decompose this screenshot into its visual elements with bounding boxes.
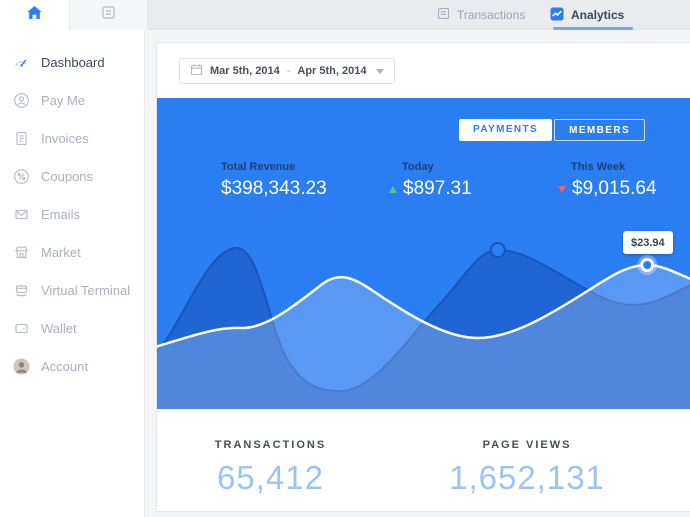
sidebar-item-label: Virtual Terminal [41, 283, 130, 298]
sidebar-item-label: Emails [41, 207, 80, 222]
sidebar-item-emails[interactable]: Emails [0, 195, 144, 233]
analytics-check-icon [550, 7, 564, 24]
chevron-down-icon [376, 69, 384, 74]
members-toggle-button[interactable]: MEMBERS [554, 119, 645, 141]
counter-label: TRANSACTIONS [157, 439, 384, 451]
stat-total-revenue: Total Revenue $398,343.23 [221, 161, 327, 200]
stat-label: This Week [558, 161, 657, 173]
sidebar-item-market[interactable]: Market [0, 233, 144, 271]
tab-transactions[interactable]: Transactions [437, 0, 525, 30]
tab-transactions-label: Transactions [457, 8, 525, 22]
trend-down-icon [558, 186, 566, 193]
sidebar-item-virtual-terminal[interactable]: Virtual Terminal [0, 271, 144, 309]
trend-up-icon [389, 186, 397, 193]
home-tab[interactable] [0, 0, 70, 30]
stat-value: $897.31 [403, 178, 472, 200]
stat-label: Total Revenue [221, 161, 327, 173]
gauge-icon [13, 54, 30, 71]
area-chart-canvas[interactable] [157, 98, 690, 409]
date-range-start: Mar 5th, 2014 [210, 65, 280, 77]
calendar-icon [190, 63, 203, 79]
sidebar-item-label: Wallet [41, 321, 77, 336]
counter-label: PAGE VIEWS [384, 439, 670, 451]
active-tab-underline [553, 27, 633, 30]
sidebar-item-label: Coupons [41, 169, 93, 184]
sidebar-item-label: Pay Me [41, 93, 85, 108]
stat-value: $9,015.64 [572, 178, 657, 200]
light-series-marker [642, 260, 653, 271]
page-views-counter: PAGE VIEWS 1,652,131 [384, 439, 670, 497]
invoice-icon [13, 130, 30, 147]
chart-tooltip: $23.94 [623, 231, 673, 254]
dark-series-marker [491, 243, 505, 257]
home-icon [26, 5, 43, 26]
list-icon [101, 5, 116, 25]
sidebar-item-label: Market [41, 245, 81, 260]
date-range-end: Apr 5th, 2014 [297, 65, 366, 77]
storefront-icon [13, 244, 30, 261]
stat-today: Today $897.31 [389, 161, 472, 200]
sidebar-item-account[interactable]: Account [0, 347, 144, 385]
chart-stats-row: Total Revenue $398,343.23 Today $897.31 … [157, 161, 690, 206]
secondary-tab[interactable] [70, 0, 148, 30]
sidebar-item-wallet[interactable]: Wallet [0, 309, 144, 347]
tab-analytics[interactable]: Analytics [550, 0, 624, 30]
date-range-separator: - [287, 65, 291, 77]
tooltip-value: $23.94 [631, 237, 665, 249]
transactions-counter: TRANSACTIONS 65,412 [157, 439, 384, 497]
envelope-icon [13, 206, 30, 223]
tab-analytics-label: Analytics [571, 8, 624, 22]
sidebar-item-invoices[interactable]: Invoices [0, 119, 144, 157]
counter-value: 1,652,131 [384, 459, 670, 497]
chart-toggle-group: PAYMENTS MEMBERS [459, 119, 645, 141]
stat-label: Today [389, 161, 472, 173]
stat-this-week: This Week $9,015.64 [558, 161, 657, 200]
sidebar-item-coupons[interactable]: Coupons [0, 157, 144, 195]
sidebar-item-label: Invoices [41, 131, 89, 146]
topbar: Transactions Analytics [0, 0, 690, 30]
stat-value: $398,343.23 [221, 178, 327, 200]
date-range-picker[interactable]: Mar 5th, 2014 - Apr 5th, 2014 [179, 58, 395, 84]
percent-circle-icon [13, 168, 30, 185]
sidebar-item-label: Account [41, 359, 88, 374]
bottom-stats: TRANSACTIONS 65,412 PAGE VIEWS 1,652,131 [157, 409, 690, 513]
receipt-icon [437, 7, 450, 23]
card-header: Mar 5th, 2014 - Apr 5th, 2014 [157, 43, 690, 98]
avatar [13, 358, 30, 375]
sidebar-item-pay-me[interactable]: Pay Me [0, 81, 144, 119]
sidebar-item-label: Dashboard [41, 55, 105, 70]
payments-toggle-button[interactable]: PAYMENTS [459, 119, 552, 141]
wallet-icon [13, 320, 30, 337]
person-circle-icon [13, 92, 30, 109]
sidebar: Dashboard Pay Me Invoices Coupons [0, 30, 145, 517]
payments-chart: PAYMENTS MEMBERS Total Revenue $398,343.… [157, 98, 690, 409]
analytics-card: Mar 5th, 2014 - Apr 5th, 2014 PAYMENTS M… [156, 42, 690, 512]
sidebar-item-dashboard[interactable]: Dashboard [0, 43, 144, 81]
counter-value: 65,412 [157, 459, 384, 497]
card-swipe-icon [13, 282, 30, 299]
